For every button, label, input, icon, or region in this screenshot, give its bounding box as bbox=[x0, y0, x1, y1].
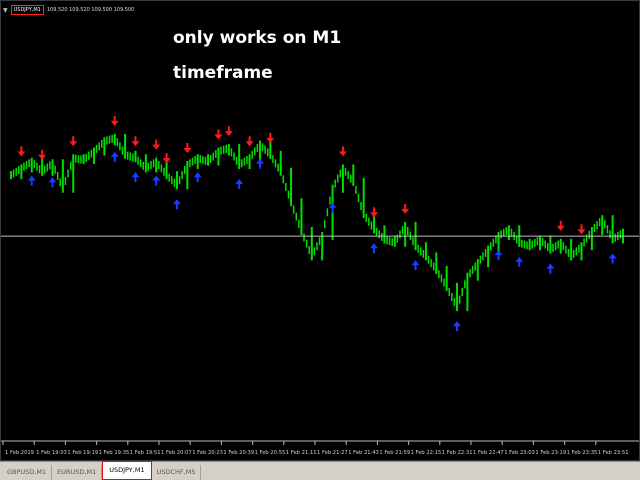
time-axis-label: 1 Feb 2019 bbox=[5, 450, 34, 456]
time-axis-label: 1 Feb 22:15 bbox=[411, 450, 442, 456]
sell-arrow-icon bbox=[214, 129, 223, 140]
chart-title-bar: ▼ USDJPY,M1 109.520 109.520 109.500 109.… bbox=[3, 5, 134, 15]
buy-arrow-icon bbox=[172, 199, 181, 210]
buy-arrow-icon bbox=[193, 172, 202, 183]
ohlc-readout: 109.520 109.520 109.500 109.500 bbox=[46, 7, 135, 13]
buy-arrow-icon bbox=[27, 175, 36, 186]
buy-arrow-icon bbox=[152, 175, 161, 186]
time-axis-label: 1 Feb 21:59 bbox=[379, 450, 410, 456]
buy-arrow-icon bbox=[494, 250, 503, 261]
time-axis-label: 1 Feb 19:03 bbox=[36, 450, 67, 456]
sell-arrow-icon bbox=[69, 136, 78, 147]
time-axis-label: 1 Feb 20:23 bbox=[192, 450, 223, 456]
time-axis-label: 1 Feb 20:39 bbox=[223, 450, 254, 456]
annotation-line-1: only works on M1 bbox=[173, 28, 342, 48]
symbol-label: USDJPY,M1 bbox=[10, 5, 44, 15]
sell-arrow-icon bbox=[17, 146, 26, 157]
annotation-line-2: timeframe bbox=[173, 63, 273, 83]
sell-arrow-icon bbox=[224, 126, 233, 137]
chart-window[interactable]: 1 Feb 2019 1 Feb 19:03 1 Feb 19:19 1 Feb 19… bbox=[0, 0, 640, 461]
price-chart[interactable]: 1 Feb 2019 1 Feb 19:03 1 Feb 19:19 1 Feb 19… bbox=[1, 1, 640, 461]
tab-gbpusd[interactable]: GBPUSD,M1 bbox=[2, 465, 53, 480]
buy-arrow-icon bbox=[411, 260, 420, 271]
buy-arrow-icon bbox=[546, 263, 555, 274]
time-axis-label: 1 Feb 19:35 bbox=[99, 450, 130, 456]
tab-usdjpy[interactable]: USDJPY,M1 bbox=[102, 461, 152, 480]
sell-arrow-icon bbox=[577, 224, 586, 235]
time-axis-label: 1 Feb 20:07 bbox=[161, 450, 192, 456]
time-axis-label: 1 Feb 23:19 bbox=[535, 450, 566, 456]
buy-arrow-icon bbox=[453, 321, 462, 332]
buy-arrow-icon bbox=[370, 243, 379, 254]
sell-arrow-icon bbox=[401, 203, 410, 214]
buy-arrow-icon bbox=[235, 179, 244, 189]
time-axis-label: 1 Feb 23:03 bbox=[504, 450, 535, 456]
time-axis-label: 1 Feb 21:11 bbox=[286, 450, 317, 456]
tab-usdchf[interactable]: USDCHF,M5 bbox=[152, 465, 202, 480]
sell-arrow-icon bbox=[152, 139, 161, 150]
sell-arrow-icon bbox=[556, 220, 565, 231]
sell-arrow-icon bbox=[245, 136, 254, 147]
sell-arrow-icon bbox=[370, 207, 379, 218]
buy-arrow-icon bbox=[131, 172, 140, 183]
sell-arrow-icon bbox=[162, 153, 171, 164]
buy-arrow-icon bbox=[515, 256, 524, 267]
sell-arrow-icon bbox=[131, 136, 140, 147]
buy-arrow-icon bbox=[110, 151, 119, 162]
sell-arrow-icon bbox=[110, 115, 119, 126]
time-axis-label: 1 Feb 22:31 bbox=[442, 450, 473, 456]
buy-arrow-icon bbox=[255, 158, 264, 169]
sell-arrow-icon bbox=[338, 146, 347, 157]
time-axis-label: 1 Feb 21:27 bbox=[317, 450, 348, 456]
chart-tab-bar: GBPUSD,M1 EURUSD,M1 USDJPY,M1 USDCHF,M5 bbox=[0, 461, 640, 480]
time-axis-label: 1 Feb 23:35 bbox=[567, 450, 598, 456]
time-axis-label: 1 Feb 21:43 bbox=[348, 450, 379, 456]
sell-arrow-icon bbox=[183, 143, 192, 153]
time-axis-label: 1 Feb 22:47 bbox=[473, 450, 504, 456]
sell-arrow-icon bbox=[266, 132, 275, 143]
time-axis-label: 1 Feb 19:19 bbox=[67, 450, 98, 456]
time-axis-label: 1 Feb 19:51 bbox=[130, 450, 161, 456]
buy-arrow-icon bbox=[48, 177, 57, 188]
tab-eurusd[interactable]: EURUSD,M1 bbox=[52, 465, 103, 480]
buy-arrow-icon bbox=[608, 253, 617, 264]
sell-arrow-icon bbox=[38, 149, 47, 160]
time-axis-label: 1 Feb 23:51 bbox=[598, 450, 629, 456]
chart-menu-icon[interactable]: ▼ bbox=[3, 7, 8, 14]
time-axis-label: 1 Feb 20:55 bbox=[255, 450, 286, 456]
